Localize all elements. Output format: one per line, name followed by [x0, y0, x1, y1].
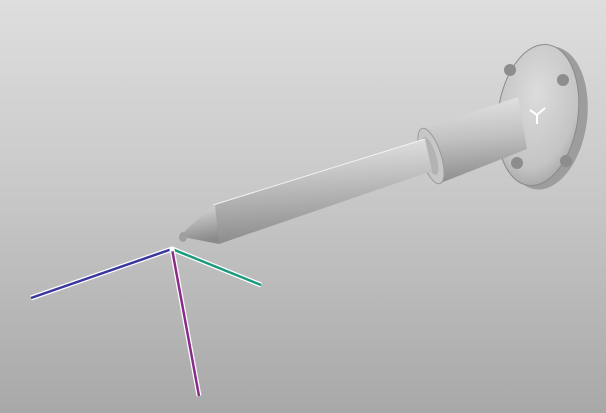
flange-hole — [560, 155, 572, 167]
triad-origin[interactable] — [169, 246, 175, 252]
x-axis-line[interactable] — [30, 246, 173, 301]
3d-viewport[interactable] — [0, 0, 606, 413]
flange-hole — [557, 74, 569, 86]
flange-hole — [511, 157, 523, 169]
flange-hole — [504, 64, 516, 76]
shaft-body[interactable] — [212, 138, 432, 244]
coordinate-triad-icon[interactable] — [30, 246, 262, 397]
y-axis-line[interactable] — [171, 246, 262, 288]
z-axis-line[interactable] — [169, 248, 202, 397]
model-scene[interactable] — [0, 0, 606, 413]
shaft-tip[interactable] — [179, 205, 219, 244]
